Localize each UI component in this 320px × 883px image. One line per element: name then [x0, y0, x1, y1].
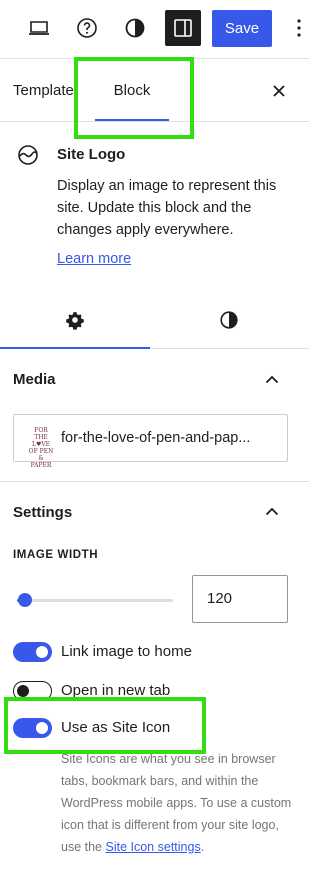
image-width-label: IMAGE WIDTH	[13, 549, 99, 561]
sidebar-tabs: Template Block	[0, 58, 309, 122]
settings-panel-title: Settings	[13, 504, 73, 521]
media-filename: for-the-love-of-pen-and-pap...	[61, 430, 251, 446]
styles-contrast-icon[interactable]	[117, 10, 153, 46]
image-width-slider[interactable]	[17, 599, 173, 602]
tab-styles[interactable]	[154, 292, 304, 348]
block-title: Site Logo	[57, 146, 126, 163]
site-icon-settings-link[interactable]: Site Icon settings	[106, 840, 201, 854]
site-icon-label: Use as Site Icon	[61, 719, 171, 736]
site-icon-toggle[interactable]	[13, 718, 52, 738]
logo-thumbnail: FOR THE L♥VE OF PEN & PAPER	[28, 427, 54, 469]
toggle-knob	[36, 646, 48, 658]
learn-more-link[interactable]: Learn more	[57, 251, 131, 267]
toggle-knob	[17, 685, 29, 697]
block-card: Site Logo Display an image to represent …	[0, 122, 309, 292]
image-width-input[interactable]: 120	[192, 575, 288, 623]
settings-panel: Settings IMAGE WIDTH 120 Link image to h…	[0, 482, 309, 883]
editor-toolbar: Save	[0, 0, 309, 58]
sidebar-toggle-icon[interactable]	[165, 10, 201, 46]
new-tab-label: Open in new tab	[61, 682, 171, 699]
tab-settings[interactable]	[0, 292, 150, 349]
desktop-preview-icon[interactable]	[21, 10, 57, 46]
media-panel-title: Media	[13, 371, 56, 388]
link-home-toggle[interactable]	[13, 642, 52, 662]
help-text: Site Icons are what you see in browser t…	[61, 752, 292, 854]
more-options-icon[interactable]	[292, 12, 306, 44]
image-width-slider-thumb[interactable]	[18, 593, 32, 607]
site-logo-icon	[16, 143, 40, 167]
help-icon[interactable]	[69, 10, 105, 46]
save-button[interactable]: Save	[212, 10, 272, 47]
media-panel: Media FOR THE L♥VE OF PEN & PAPER for-th…	[0, 349, 309, 482]
new-tab-toggle[interactable]	[13, 681, 52, 701]
toggle-knob	[36, 722, 48, 734]
link-home-label: Link image to home	[61, 643, 192, 660]
tab-template[interactable]: Template	[13, 59, 77, 121]
settings-gear-icon	[66, 312, 84, 330]
inspector-tabs	[0, 292, 309, 349]
styles-contrast-icon	[220, 311, 238, 329]
close-icon[interactable]	[266, 78, 292, 104]
chevron-up-icon[interactable]	[262, 369, 282, 389]
media-item[interactable]: FOR THE L♥VE OF PEN & PAPER for-the-love…	[13, 414, 288, 469]
block-description: Display an image to represent this site.…	[57, 178, 277, 238]
tab-block[interactable]: Block	[95, 59, 169, 121]
site-icon-help-text: Site Icons are what you see in browser t…	[61, 748, 297, 858]
chevron-up-icon[interactable]	[262, 501, 282, 521]
help-text-end: .	[200, 840, 205, 854]
